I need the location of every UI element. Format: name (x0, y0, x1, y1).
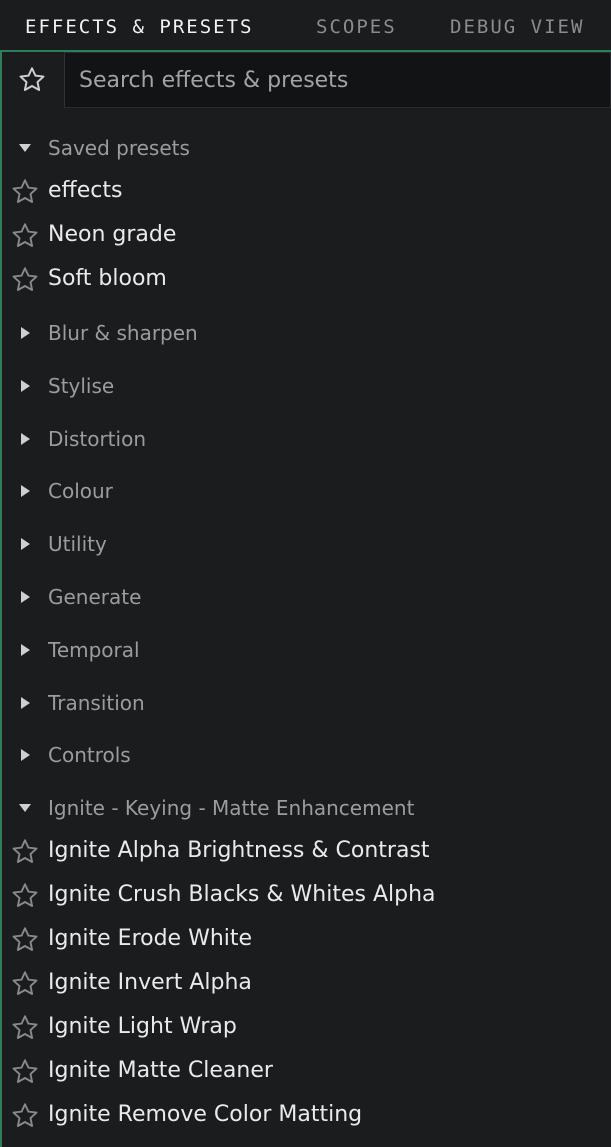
preset-item[interactable]: Ignite Erode White (2, 918, 611, 962)
section-header[interactable]: Controls (2, 733, 611, 777)
star-outline-icon[interactable] (10, 837, 40, 867)
preset-label: Soft bloom (48, 266, 167, 291)
triangle-right-icon (18, 590, 32, 604)
star-outline-icon[interactable] (10, 881, 40, 911)
section-label: Utility (48, 532, 107, 556)
preset-label: Neon grade (48, 222, 177, 247)
star-outline-icon[interactable] (10, 221, 40, 251)
preset-item[interactable]: Neon grade (2, 214, 611, 258)
preset-item[interactable]: effects (2, 170, 611, 214)
search-input[interactable] (64, 52, 611, 108)
triangle-right-icon (18, 379, 32, 393)
tab-effects-presets[interactable]: EFFECTS & PRESETS (25, 16, 253, 38)
preset-label: Ignite Light Wrap (48, 1014, 237, 1039)
triangle-down-icon (18, 801, 32, 815)
triangle-right-icon (18, 326, 32, 340)
section-header[interactable]: Ignite - Keying - Matte Enhancement (2, 786, 611, 830)
section-header[interactable]: Saved presets (2, 126, 611, 170)
panel-tab-bar: EFFECTS & PRESETS SCOPES DEBUG VIEW (0, 0, 611, 52)
preset-item[interactable]: Ignite Light Wrap (2, 1006, 611, 1050)
preset-label: Ignite Invert Alpha (48, 970, 252, 995)
section-header[interactable]: Generate (2, 575, 611, 619)
triangle-right-icon (18, 537, 32, 551)
preset-item[interactable]: Soft bloom (2, 258, 611, 302)
star-outline-icon[interactable] (10, 1013, 40, 1043)
star-outline-icon[interactable] (10, 969, 40, 999)
star-outline-icon[interactable] (10, 1101, 40, 1131)
section-label: Generate (48, 585, 142, 609)
tab-scopes[interactable]: SCOPES (316, 16, 397, 38)
effects-presets-panel: Saved presets effects Neon grade Soft bloom… (0, 52, 611, 1147)
preset-label: effects (48, 178, 123, 203)
preset-item[interactable]: Ignite Alpha Brightness & Contrast (2, 830, 611, 874)
star-outline-icon (19, 67, 45, 91)
search-row (2, 52, 611, 108)
preset-item[interactable]: Ignite Invert Alpha (2, 962, 611, 1006)
section-label: Blur & sharpen (48, 321, 198, 345)
section-header[interactable]: Blur & sharpen (2, 311, 611, 355)
section-label: Stylise (48, 374, 115, 398)
section-label: Ignite - Keying - Matte Enhancement (48, 796, 415, 820)
preset-item[interactable]: Ignite Matte Cleaner (2, 1050, 611, 1094)
section-header[interactable]: Temporal (2, 628, 611, 672)
section-label: Transition (48, 691, 145, 715)
section-label: Controls (48, 743, 131, 767)
section-header[interactable]: Distortion (2, 417, 611, 461)
section-label: Temporal (48, 638, 140, 662)
star-outline-icon[interactable] (10, 925, 40, 955)
section-header[interactable]: Colour (2, 469, 611, 513)
tab-debug-view[interactable]: DEBUG VIEW (450, 16, 584, 38)
section-header[interactable]: Stylise (2, 364, 611, 408)
preset-label: Ignite Alpha Brightness & Contrast (48, 838, 430, 863)
preset-label: Ignite Matte Cleaner (48, 1058, 273, 1083)
triangle-right-icon (18, 748, 32, 762)
section-header[interactable]: Transition (2, 681, 611, 725)
preset-item[interactable]: Ignite Crush Blacks & Whites Alpha (2, 874, 611, 918)
triangle-right-icon (18, 696, 32, 710)
star-outline-icon[interactable] (10, 265, 40, 295)
preset-item[interactable]: Ignite Remove Color Matting (2, 1094, 611, 1138)
section-header[interactable]: Utility (2, 522, 611, 566)
triangle-down-icon (18, 141, 32, 155)
triangle-right-icon (18, 432, 32, 446)
triangle-right-icon (18, 484, 32, 498)
star-outline-icon[interactable] (10, 177, 40, 207)
section-label: Saved presets (48, 136, 190, 160)
preset-label: Ignite Remove Color Matting (48, 1102, 363, 1127)
favorites-filter-button[interactable] (2, 52, 62, 108)
preset-label: Ignite Erode White (48, 926, 253, 951)
section-label: Colour (48, 479, 113, 503)
preset-label: Ignite Crush Blacks & Whites Alpha (48, 882, 436, 907)
triangle-right-icon (18, 643, 32, 657)
star-outline-icon[interactable] (10, 1057, 40, 1087)
section-label: Distortion (48, 427, 146, 451)
